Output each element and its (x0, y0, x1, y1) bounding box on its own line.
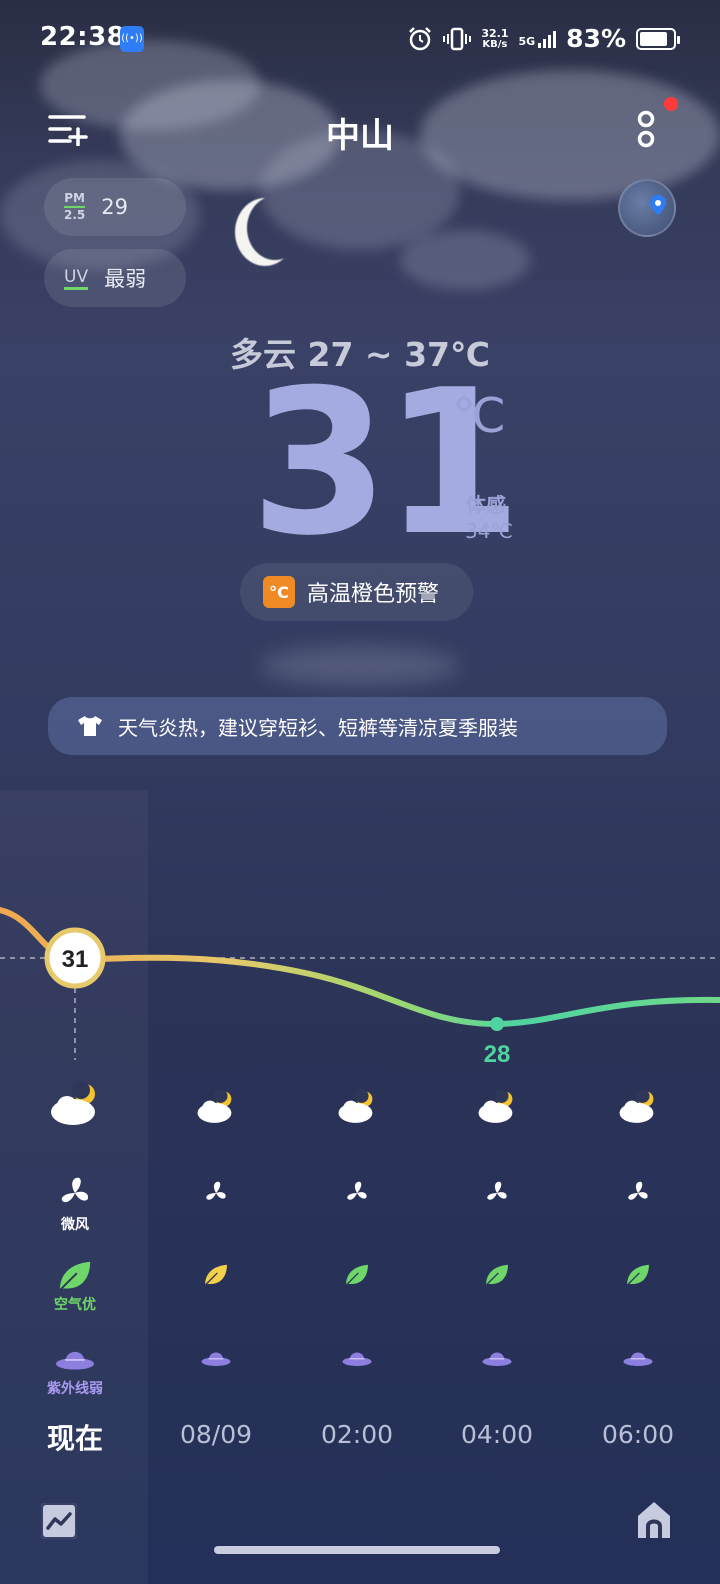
partly-cloudy-night-icon (49, 1080, 101, 1130)
pm25-value: 29 (101, 195, 128, 219)
sun-hat-icon (481, 1347, 513, 1373)
net-speed-value: 32.1 (481, 26, 509, 40)
clothing-tip[interactable]: 天气炎热，建议穿短衫、短裤等清凉夏季服装 (48, 697, 667, 755)
more-button[interactable] (628, 108, 664, 152)
vibrate-icon (443, 27, 472, 50)
leaf-icon (56, 1258, 94, 1298)
heat-alert-text: 高温橙色预警 (307, 582, 440, 607)
wind-icon (343, 1179, 371, 1211)
hour-label[interactable]: 08/09 (180, 1420, 252, 1449)
gesture-bar[interactable] (214, 1546, 500, 1554)
hour-label[interactable]: 06:00 (602, 1420, 674, 1449)
temp-curve (0, 907, 720, 1028)
wind-icon (624, 1179, 652, 1211)
location-pin-icon (650, 195, 666, 215)
sun-hat-icon (622, 1347, 654, 1373)
partly-cloudy-night-icon (477, 1088, 517, 1128)
sun-hat-icon (341, 1347, 373, 1373)
glow-decoration (260, 646, 460, 686)
wind-icon (483, 1179, 511, 1211)
leaf-icon (202, 1262, 230, 1292)
hour-label[interactable]: 04:00 (461, 1420, 533, 1449)
net-speed-unit: KB/s (482, 38, 508, 50)
signal-icon (538, 30, 557, 48)
feels-like-label: 体感 (466, 493, 506, 517)
battery-percent: 83% (566, 24, 626, 53)
pm25-label-bottom: 2.5 (64, 208, 86, 222)
wind-icon (56, 1174, 94, 1216)
sun-hat-icon (200, 1347, 232, 1373)
hotspot-icon: ((•)) (120, 26, 144, 52)
hour-label[interactable]: 02:00 (321, 1420, 393, 1449)
uv-index-label: 紫外线弱 (47, 1381, 103, 1397)
hour-label-now[interactable]: 现在 (47, 1417, 103, 1457)
air-quality-label: 空气优 (54, 1297, 96, 1313)
status-icons: 32.1 KB/s 5G 83% (407, 24, 680, 53)
trend-chart-icon (41, 1503, 77, 1539)
more-icon (637, 110, 655, 148)
uv-icon: UV (64, 267, 89, 290)
signal-group: 5G (518, 30, 557, 48)
pm25-pill[interactable]: PM 2.5 29 (44, 178, 186, 236)
pm25-label-top: PM (64, 191, 85, 205)
home-button[interactable] (636, 1500, 672, 1540)
sun-hat-icon (54, 1344, 96, 1378)
min-temp-label: 28 (484, 1041, 511, 1068)
heat-alert-button[interactable]: °C 高温橙色预警 (240, 563, 473, 621)
leaf-icon (343, 1262, 371, 1292)
partly-cloudy-night-icon (618, 1088, 658, 1128)
hourly-temp-chart: 31 28 (0, 907, 720, 1068)
uv-value: 最弱 (104, 267, 147, 291)
notification-dot (664, 97, 678, 111)
heat-alert-icon: °C (263, 576, 295, 608)
min-temp-point (490, 1017, 504, 1031)
partly-cloudy-night-icon (196, 1088, 236, 1128)
pm25-icon: PM 2.5 (64, 191, 86, 222)
leaf-icon (483, 1262, 511, 1292)
cloud-decoration (400, 230, 530, 290)
partly-cloudy-night-icon (337, 1088, 377, 1128)
uv-pill[interactable]: UV 最弱 (44, 249, 186, 307)
current-temp-marker-label: 31 (62, 946, 89, 973)
alarm-icon (409, 26, 432, 50)
network-type: 5G (518, 34, 536, 48)
tshirt-icon (78, 716, 102, 736)
home-icon (638, 1502, 670, 1538)
wind-icon (202, 1179, 230, 1211)
status-time: 22:38 (40, 22, 126, 52)
net-speed: 32.1 KB/s (481, 28, 508, 50)
battery-icon (636, 27, 680, 50)
trend-button[interactable] (41, 1503, 77, 1539)
feels-like-value: 34℃ (465, 519, 513, 543)
map-button[interactable] (618, 179, 676, 237)
moon-icon (247, 196, 303, 260)
city-title: 中山 (326, 116, 394, 156)
clothing-tip-text: 天气炎热，建议穿短衫、短裤等清凉夏季服装 (118, 715, 518, 740)
wind-label: 微风 (61, 1217, 89, 1233)
leaf-icon (624, 1262, 652, 1292)
temp-unit: ℃ (452, 388, 506, 444)
